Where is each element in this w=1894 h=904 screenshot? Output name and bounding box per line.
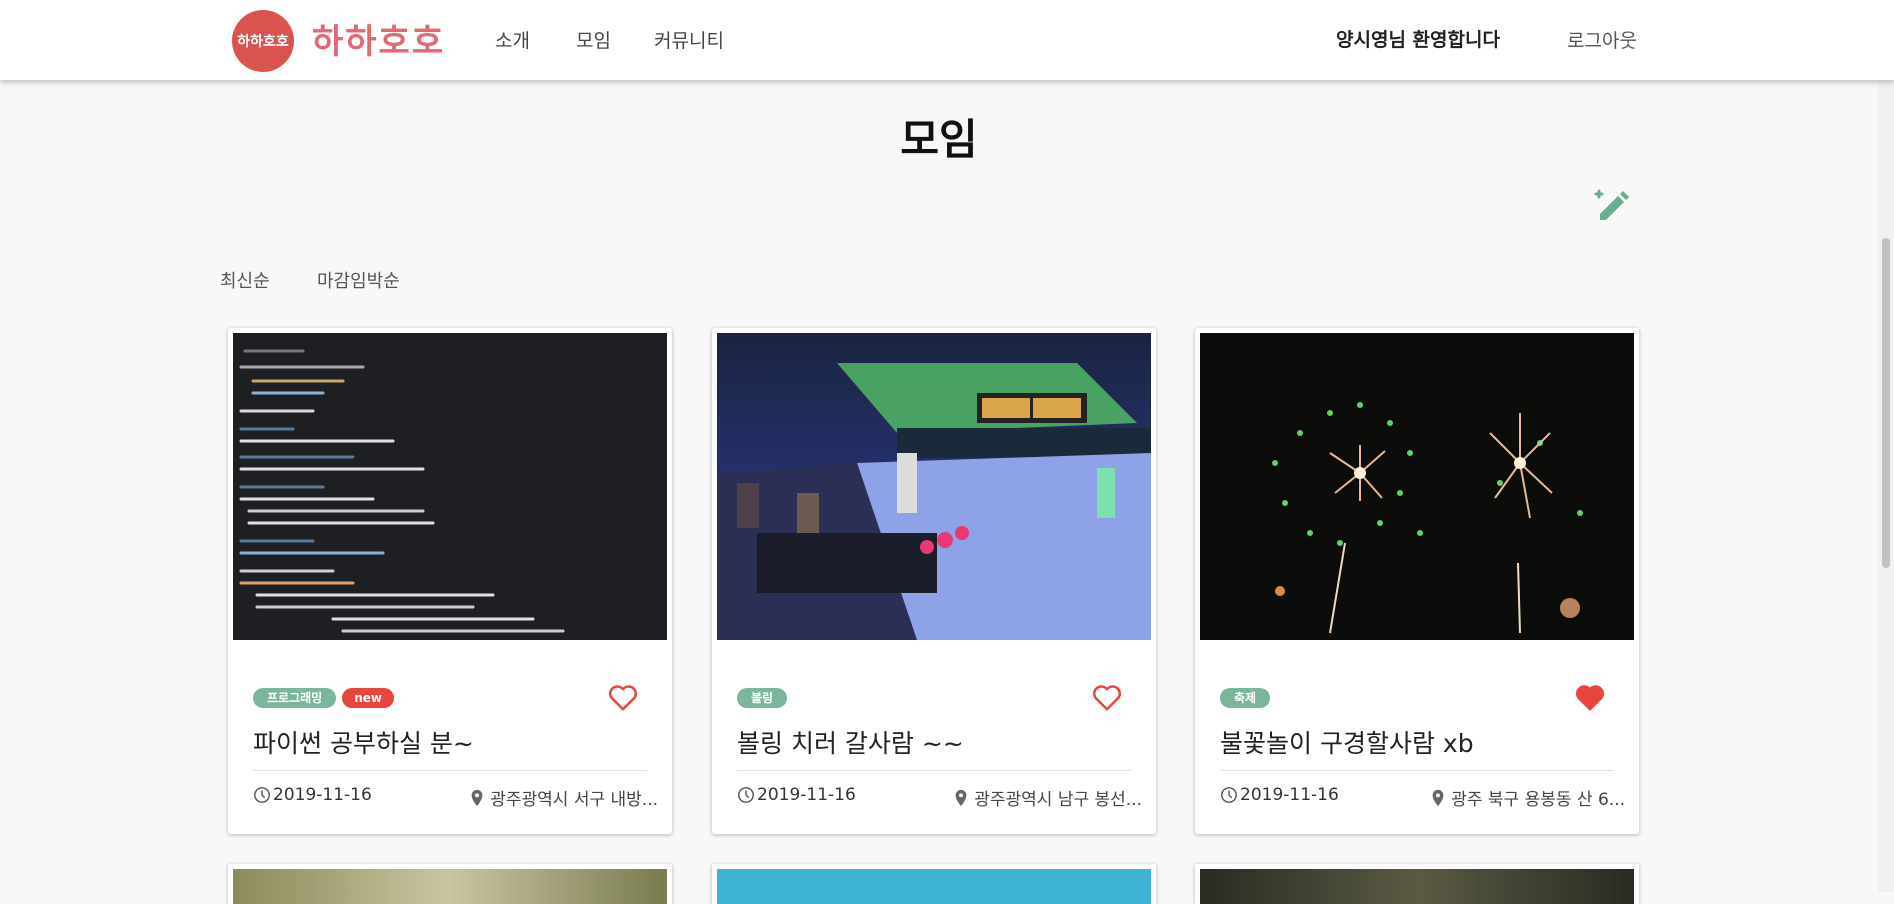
sort-latest[interactable]: 최신순 [220, 267, 270, 293]
card-divider [1220, 770, 1614, 771]
top-navbar: 하하호호 하하호호 소개 모임 커뮤니티 양시영님 환영합니다 로그아웃 [0, 0, 1894, 80]
logo-text[interactable]: 하하호호 [312, 14, 445, 63]
welcome-text: 양시영님 환영합니다 [1336, 29, 1500, 51]
heart-icon[interactable] [608, 684, 638, 712]
card-divider [737, 770, 1131, 771]
nav-item-community[interactable]: 커뮤니티 [654, 26, 724, 53]
card-location: 광주 북구 용봉동 산 6... [1431, 785, 1625, 810]
date-text: 2019-11-16 [757, 785, 856, 805]
location-text: 광주광역시 남구 봉선... [974, 790, 1142, 810]
meeting-card[interactable] [1195, 864, 1639, 904]
card-tags: 프로그래밍 new [253, 688, 394, 708]
meeting-card[interactable]: 프로그래밍 new 파이썬 공부하실 분~ 2019-11-16 광주광역시 서… [228, 328, 672, 834]
location-pin-icon [1432, 789, 1444, 806]
logo-badge[interactable]: 하하호호 [232, 10, 294, 72]
new-badge: new [342, 688, 394, 708]
clock-icon [738, 787, 754, 803]
location-pin-icon [955, 789, 967, 806]
edit-add-icon[interactable] [1592, 188, 1632, 228]
logout-link[interactable]: 로그아웃 [1567, 26, 1637, 53]
category-tag[interactable]: 프로그래밍 [253, 688, 337, 708]
card-date: 2019-11-16 [737, 785, 856, 805]
date-text: 2019-11-16 [1240, 785, 1339, 805]
scrollbar-thumb[interactable] [1882, 238, 1890, 568]
card-location: 광주광역시 서구 내방... [470, 785, 658, 810]
page-title: 모임 [900, 115, 978, 164]
card-tags: 축제 [1220, 688, 1271, 708]
card-title[interactable]: 파이썬 공부하실 분~ [253, 724, 474, 760]
card-image-fireworks [1200, 333, 1634, 640]
date-text: 2019-11-16 [273, 785, 372, 805]
meeting-card[interactable] [712, 864, 1156, 904]
card-date: 2019-11-16 [1220, 785, 1339, 805]
clock-icon [254, 787, 270, 803]
card-image [1200, 869, 1634, 904]
clock-icon [1221, 787, 1237, 803]
location-text: 광주 북구 용봉동 산 6... [1451, 790, 1625, 810]
card-date: 2019-11-16 [253, 785, 372, 805]
card-tags: 볼링 [737, 688, 788, 708]
location-pin-icon [471, 789, 483, 806]
heart-icon[interactable] [1092, 684, 1122, 712]
category-tag[interactable]: 축제 [1220, 688, 1271, 708]
nav-item-intro[interactable]: 소개 [495, 26, 530, 53]
location-text: 광주광역시 서구 내방... [490, 790, 658, 810]
card-image [233, 869, 667, 904]
sort-deadline[interactable]: 마감임박순 [317, 267, 400, 293]
logo-badge-text: 하하호호 [237, 34, 289, 50]
card-image-bowling [717, 333, 1151, 640]
card-image-code [233, 333, 667, 640]
card-location: 광주광역시 남구 봉선... [954, 785, 1142, 810]
card-image [717, 869, 1151, 904]
heart-icon[interactable] [1575, 684, 1605, 712]
card-title[interactable]: 불꽃놀이 구경할사람 xb [1220, 724, 1474, 760]
card-divider [253, 770, 647, 771]
card-title[interactable]: 볼링 치러 갈사람 ~~ [737, 724, 964, 760]
category-tag[interactable]: 볼링 [737, 688, 788, 708]
nav-item-meetings[interactable]: 모임 [576, 26, 611, 53]
meeting-card[interactable]: 볼링 볼링 치러 갈사람 ~~ 2019-11-16 광주광역시 남구 봉선..… [712, 328, 1156, 834]
meeting-card[interactable]: 축제 불꽃놀이 구경할사람 xb 2019-11-16 광주 북구 용봉동 산 … [1195, 328, 1639, 834]
meeting-card[interactable] [228, 864, 672, 904]
